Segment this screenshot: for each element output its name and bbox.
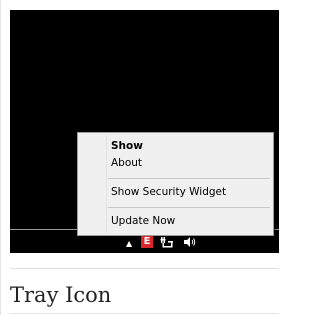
menu-item-about[interactable]: About <box>111 155 142 171</box>
security-app-tray-icon[interactable]: E <box>141 236 153 248</box>
volume-icon[interactable] <box>183 236 197 248</box>
card-border <box>0 0 1 315</box>
menu-icon-gutter <box>106 135 107 233</box>
menu-item-show[interactable]: Show <box>111 138 143 154</box>
menu-item-show-security-widget[interactable]: Show Security Widget <box>111 184 226 200</box>
tray-screenshot: Show About Show Security Widget Update N… <box>10 10 279 253</box>
tray-icon-card: Show About Show Security Widget Update N… <box>0 0 285 315</box>
menu-separator <box>108 178 270 179</box>
caption-title: Tray Icon <box>10 283 112 307</box>
tray-context-menu: Show About Show Security Widget Update N… <box>77 132 274 236</box>
tray-overflow-arrow-icon[interactable]: ▲ <box>126 240 132 248</box>
network-icon[interactable] <box>160 236 174 248</box>
menu-item-update-now[interactable]: Update Now <box>111 213 175 229</box>
caption-divider <box>10 268 279 269</box>
menu-separator <box>108 207 270 208</box>
card-bottom-border <box>10 313 279 314</box>
